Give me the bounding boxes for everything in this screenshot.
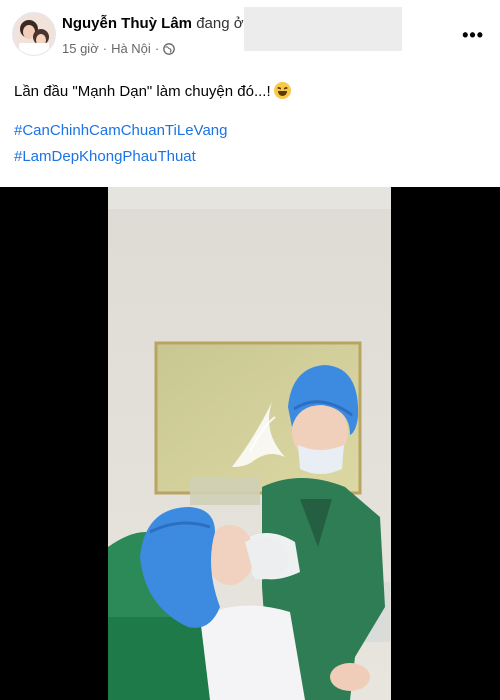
author-status: đang ở [196,15,244,32]
caption-text: Lần đầu "Mạnh Dạn" làm chuyện đó...! [14,83,271,100]
meta-separator: · [102,41,108,56]
author-name[interactable]: Nguyễn Thuỳ Lâm [62,15,192,32]
redacted-location-block [244,7,402,51]
video-frame [0,187,500,700]
post-location[interactable]: Hà Nội [111,41,151,56]
facebook-post: Nguyễn Thuỳ Lâm đang ở 15 giờ · Hà Nội ·… [0,0,500,700]
hashtag-link[interactable]: #CanChinhCamChuanTiLeVang [14,122,227,139]
meta-separator: · [154,41,160,56]
author-avatar[interactable] [12,12,56,56]
post-meta: 15 giờ · Hà Nội · [62,41,176,56]
hashtag-link[interactable]: #LamDepKhongPhauThuat [14,148,196,165]
post-caption: Lần đầu "Mạnh Dạn" làm chuyện đó...! [14,82,291,100]
author-line: Nguyễn Thuỳ Lâm đang ở [62,15,244,32]
post-time[interactable]: 15 giờ [62,41,99,56]
globe-icon[interactable] [163,42,176,55]
laughing-face-emoji [273,82,291,99]
more-options-icon[interactable]: ••• [462,26,484,44]
post-video[interactable] [0,187,500,700]
